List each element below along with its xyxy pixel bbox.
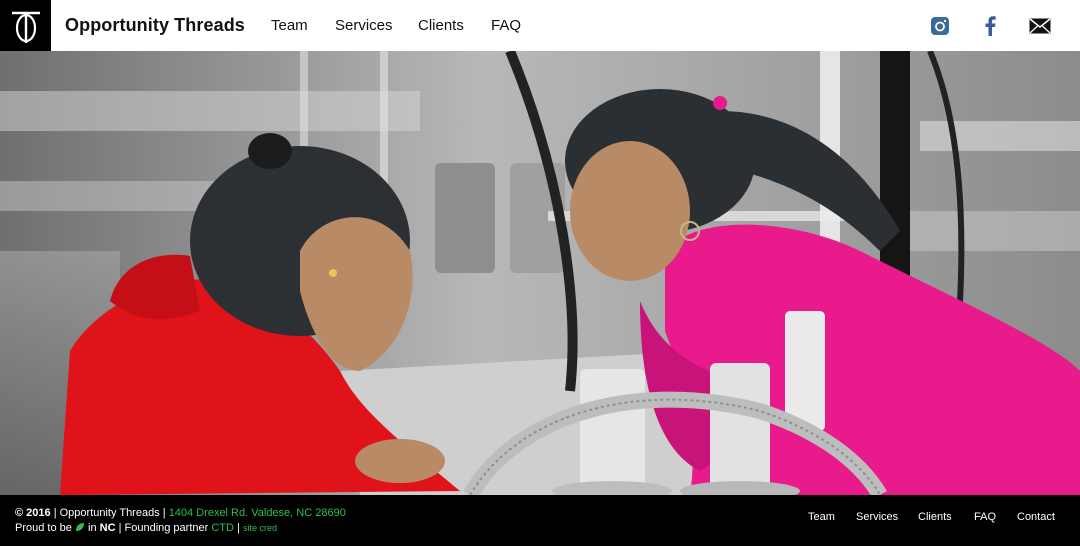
hero-image [0, 51, 1080, 495]
sewing-workers-photo [0, 51, 1080, 495]
footer-separator: | [118, 522, 122, 534]
footer-copyright: © 2016 [15, 507, 51, 519]
footer-nav-contact[interactable]: Contact [1017, 511, 1055, 523]
footer-proud-text: Proud to be [15, 522, 72, 534]
footer-nav-clients[interactable]: Clients [918, 511, 952, 523]
footer-separator: | [53, 507, 57, 519]
footer-state: NC [99, 522, 116, 534]
brand-name[interactable]: Opportunity Threads [65, 15, 245, 36]
footer-site-cred-link[interactable]: site cred [243, 523, 277, 533]
nav-clients[interactable]: Clients [418, 17, 464, 34]
leaf-icon [75, 523, 84, 531]
footer-in-text: in [88, 522, 97, 534]
footer-partner-text: Founding partner [124, 522, 209, 534]
footer-nav-team[interactable]: Team [808, 511, 835, 523]
footer-separator: | [237, 522, 240, 534]
footer-address-link[interactable]: 1404 Drexel Rd. Valdese, NC 28690 [169, 507, 346, 519]
facebook-icon[interactable] [978, 14, 1002, 38]
footer-line-2: Proud to be in NC | Founding partner CTD… [15, 522, 277, 534]
logo[interactable] [0, 0, 51, 51]
site-header: Opportunity Threads Team Services Client… [0, 0, 1080, 51]
nav-faq[interactable]: FAQ [491, 17, 521, 34]
site-footer: © 2016 | Opportunity Threads | 1404 Drex… [0, 495, 1080, 546]
instagram-icon[interactable] [928, 14, 952, 38]
footer-partner-link[interactable]: CTD [211, 522, 234, 534]
nav-team[interactable]: Team [271, 17, 308, 34]
mail-icon[interactable] [1028, 14, 1052, 38]
footer-separator: | [162, 507, 166, 519]
footer-line-1: © 2016 | Opportunity Threads | 1404 Drex… [15, 507, 346, 519]
logo-mark-icon [11, 11, 40, 43]
footer-nav-faq[interactable]: FAQ [974, 511, 996, 523]
footer-nav-services[interactable]: Services [856, 511, 898, 523]
nav-services[interactable]: Services [335, 17, 393, 34]
footer-org: Opportunity Threads [59, 507, 160, 519]
